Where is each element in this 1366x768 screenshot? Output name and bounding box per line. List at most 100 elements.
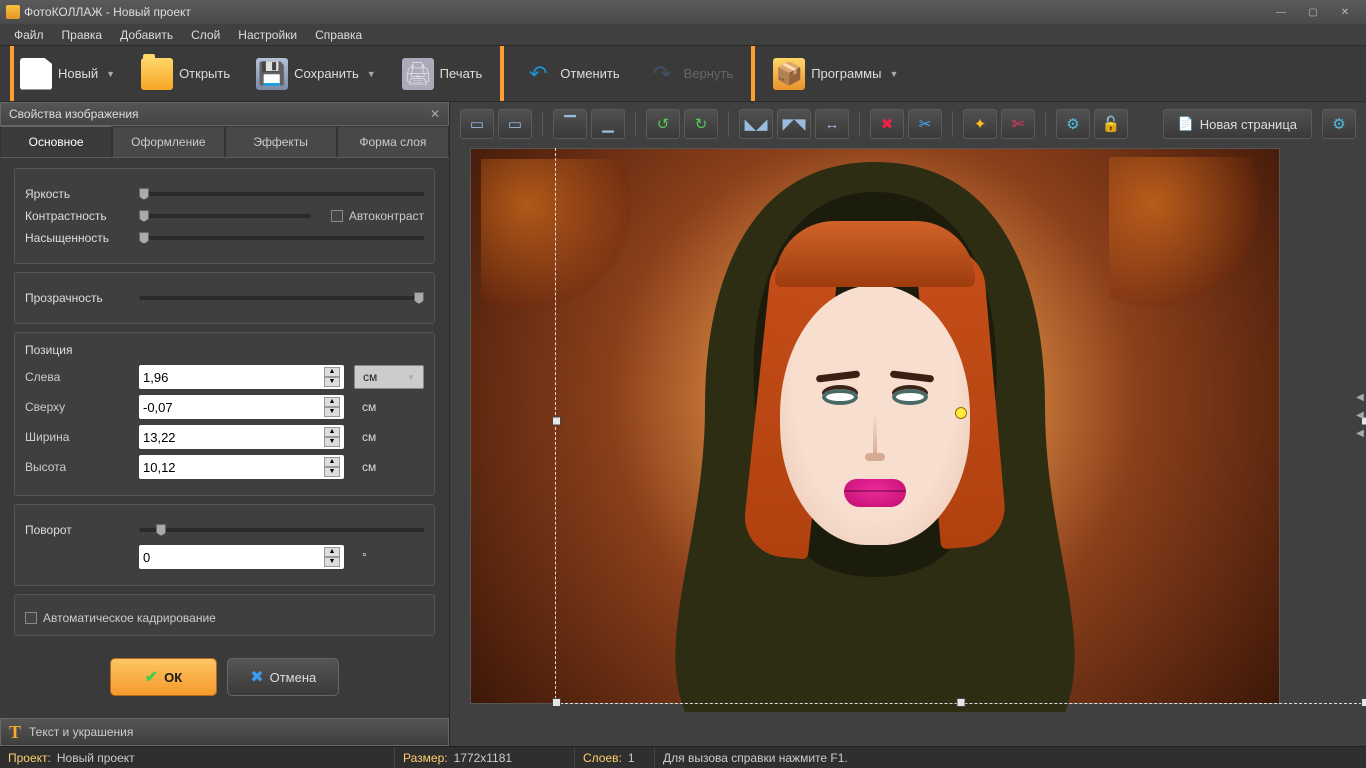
autocrop-label: Автоматическое кадрирование <box>43 611 216 625</box>
align-bottom-button[interactable]: ▁ <box>591 109 625 139</box>
saturation-slider[interactable] <box>139 231 424 245</box>
unit-label: см <box>354 400 424 414</box>
spin-up-icon[interactable]: ▲ <box>324 457 340 467</box>
flip-vertical-button[interactable]: ◤◥ <box>777 109 811 139</box>
cancel-button[interactable]: ✖Отмена <box>227 658 339 696</box>
tab-shape[interactable]: Форма слоя <box>337 126 449 157</box>
rotate-right-button[interactable]: ↻ <box>684 109 718 139</box>
close-button[interactable]: ✕ <box>1330 3 1360 21</box>
bring-forward-button[interactable]: ▭ <box>498 109 532 139</box>
plus-page-icon: 📄 <box>1178 116 1194 132</box>
new-page-button[interactable]: 📄Новая страница <box>1163 109 1312 139</box>
spin-up-icon[interactable]: ▲ <box>324 367 340 377</box>
resize-handle[interactable] <box>957 698 966 707</box>
opacity-slider[interactable] <box>139 291 424 305</box>
resize-handle[interactable] <box>552 417 561 426</box>
rotation-label: Поворот <box>25 523 129 537</box>
canvas-viewport[interactable] <box>450 146 1366 746</box>
selection-bounds[interactable] <box>555 146 1366 704</box>
top-input[interactable]: ▲▼ <box>139 395 344 419</box>
page-settings-button[interactable]: ⚙ <box>1322 109 1356 139</box>
rotation-handle[interactable] <box>955 407 967 419</box>
tab-main[interactable]: Основное <box>0 126 112 157</box>
settings-button[interactable]: ⚙ <box>1056 109 1090 139</box>
status-size-value: 1772x1181 <box>454 751 513 765</box>
autocontrast-label: Автоконтраст <box>349 209 424 223</box>
box-icon: 📦 <box>773 58 805 90</box>
canvas-area: ▭ ▭ ▔ ▁ ↺ ↻ ◣◢ ◤◥ ↔ ✖ ✂ <box>450 102 1366 746</box>
spin-down-icon[interactable]: ▼ <box>324 557 340 567</box>
undo-icon: ↶ <box>522 58 554 90</box>
app-icon <box>6 5 20 19</box>
flyout-tab[interactable]: ◀ <box>1354 390 1366 404</box>
new-button[interactable]: Новый▼ <box>14 54 121 94</box>
menu-bar: Файл Правка Добавить Слой Настройки Спра… <box>0 24 1366 46</box>
contrast-slider[interactable] <box>139 209 311 223</box>
unit-label: см <box>354 430 424 444</box>
check-icon: ✔ <box>145 667 158 687</box>
save-button[interactable]: 💾Сохранить▼ <box>250 54 382 94</box>
autocontrast-checkbox[interactable] <box>331 210 343 222</box>
left-input[interactable]: ▲▼ <box>139 365 344 389</box>
undo-button[interactable]: ↶Отменить <box>516 54 625 94</box>
status-size-label: Размер: <box>403 751 448 765</box>
unit-label: см <box>354 460 424 474</box>
spin-up-icon[interactable]: ▲ <box>324 397 340 407</box>
resize-handle[interactable] <box>1361 698 1366 707</box>
menu-help[interactable]: Справка <box>307 26 370 44</box>
minimize-button[interactable]: — <box>1266 3 1296 21</box>
menu-file[interactable]: Файл <box>6 26 52 44</box>
open-button[interactable]: Открыть <box>135 54 236 94</box>
flip-horizontal-button[interactable]: ◣◢ <box>739 109 773 139</box>
send-backward-button[interactable]: ▭ <box>460 109 494 139</box>
spin-up-icon[interactable]: ▲ <box>324 427 340 437</box>
tab-effects[interactable]: Эффекты <box>225 126 337 157</box>
print-button[interactable]: 🖨Печать <box>396 54 489 94</box>
menu-add[interactable]: Добавить <box>112 26 181 44</box>
chevron-down-icon: ▼ <box>367 69 376 79</box>
panel-tabs: Основное Оформление Эффекты Форма слоя <box>0 126 449 158</box>
flyout-tab[interactable]: ◀ <box>1354 408 1366 422</box>
rotate-left-button[interactable]: ↺ <box>646 109 680 139</box>
delete-button[interactable]: ✖ <box>870 109 904 139</box>
fit-width-button[interactable]: ↔ <box>815 109 849 139</box>
resize-handle[interactable] <box>552 698 561 707</box>
menu-settings[interactable]: Настройки <box>230 26 305 44</box>
panel-title: Свойства изображения <box>9 107 139 121</box>
text-decorations-panel[interactable]: T Текст и украшения <box>0 718 449 746</box>
flyout-tab[interactable]: ◀ <box>1354 426 1366 440</box>
printer-icon: 🖨 <box>402 58 434 90</box>
redo-button[interactable]: ↶Вернуть <box>640 54 740 94</box>
spin-down-icon[interactable]: ▼ <box>324 467 340 477</box>
menu-edit[interactable]: Правка <box>54 26 111 44</box>
rotation-input[interactable]: ▲▼ <box>139 545 344 569</box>
scissors-button[interactable]: ✄ <box>1001 109 1035 139</box>
height-input[interactable]: ▲▼ <box>139 455 344 479</box>
canvas-toolbar: ▭ ▭ ▔ ▁ ↺ ↻ ◣◢ ◤◥ ↔ ✖ ✂ <box>450 102 1366 146</box>
ok-button[interactable]: ✔ОК <box>110 658 217 696</box>
rotation-slider[interactable] <box>139 523 424 537</box>
status-project-value: Новый проект <box>57 751 135 765</box>
spin-up-icon[interactable]: ▲ <box>324 547 340 557</box>
unit-select[interactable]: см▼ <box>354 365 424 389</box>
main-toolbar: Новый▼ Открыть 💾Сохранить▼ 🖨Печать ↶Отме… <box>0 46 1366 102</box>
panel-header: Свойства изображения ✕ <box>0 102 449 126</box>
lock-button[interactable]: 🔓 <box>1094 109 1128 139</box>
width-input[interactable]: ▲▼ <box>139 425 344 449</box>
spin-down-icon[interactable]: ▼ <box>324 377 340 387</box>
crop-button[interactable]: ✂ <box>908 109 942 139</box>
programs-button[interactable]: 📦Программы▼ <box>767 54 904 94</box>
brightness-slider[interactable] <box>139 187 424 201</box>
text-icon: T <box>9 722 21 743</box>
maximize-button[interactable]: ▢ <box>1298 3 1328 21</box>
saturation-label: Насыщенность <box>25 231 129 245</box>
tab-decoration[interactable]: Оформление <box>112 126 224 157</box>
spin-down-icon[interactable]: ▼ <box>324 407 340 417</box>
panel-close-icon[interactable]: ✕ <box>430 107 440 121</box>
spin-down-icon[interactable]: ▼ <box>324 437 340 447</box>
autocrop-checkbox[interactable] <box>25 612 37 624</box>
align-top-button[interactable]: ▔ <box>553 109 587 139</box>
magic-button[interactable]: ✦ <box>963 109 997 139</box>
menu-layer[interactable]: Слой <box>183 26 228 44</box>
window-controls: — ▢ ✕ <box>1266 3 1360 21</box>
